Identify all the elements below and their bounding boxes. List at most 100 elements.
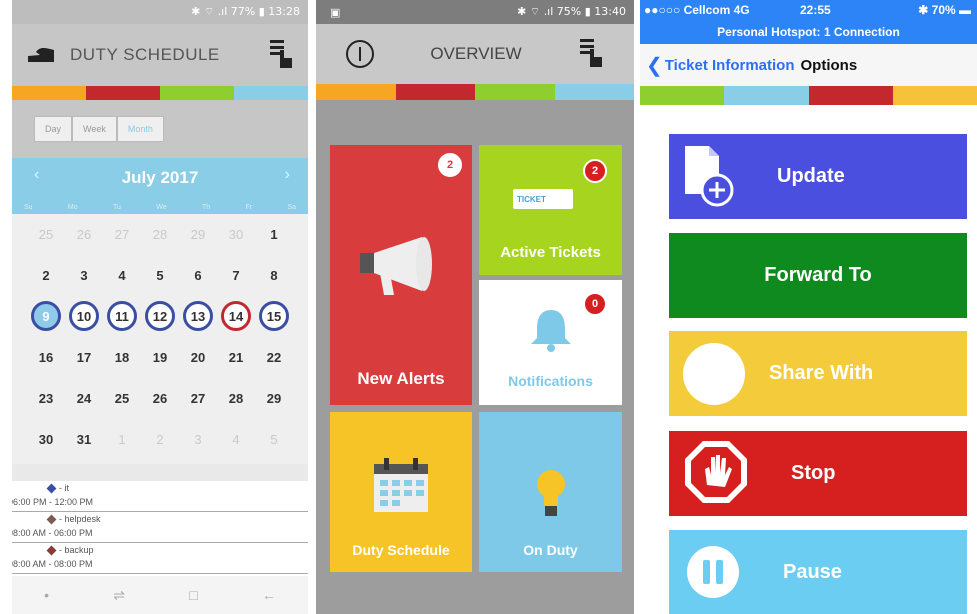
- update-button[interactable]: Update: [669, 134, 967, 219]
- event-name: - helpdesk: [59, 514, 101, 524]
- calendar-day[interactable]: 25: [31, 219, 61, 249]
- calendar-day[interactable]: 25: [107, 383, 137, 413]
- calendar-day[interactable]: 22: [259, 342, 289, 372]
- duty-schedule-tile[interactable]: Duty Schedule: [330, 412, 472, 572]
- calendar-day[interactable]: 15: [259, 301, 289, 331]
- calendar-day[interactable]: 26: [145, 383, 175, 413]
- menu-hand-icon[interactable]: [268, 38, 294, 73]
- calendar-day[interactable]: 29: [259, 383, 289, 413]
- notifications-count-badge: 0: [583, 292, 607, 316]
- tab-day[interactable]: Day: [34, 116, 73, 142]
- event-item[interactable]: - backup 08:00 AM - 08:00 PM: [12, 543, 308, 574]
- calendar-day[interactable]: 4: [107, 260, 137, 290]
- calendar-header: ‹ July 2017 › Su Mo Tu We Th Fr Sa: [12, 158, 308, 214]
- event-list: - it 06:00 PM - 12:00 PM - helpdesk 08:0…: [12, 481, 308, 576]
- weekday-label: Th: [201, 204, 211, 211]
- calendar-day[interactable]: 30: [221, 219, 251, 249]
- tab-week[interactable]: Week: [72, 116, 117, 142]
- calendar-day[interactable]: 2: [31, 260, 61, 290]
- android-nav-bar: • ⇌ □ ←: [12, 576, 308, 614]
- next-month-button[interactable]: ›: [285, 166, 290, 184]
- pause-button[interactable]: Pause: [669, 530, 967, 614]
- back-icon[interactable]: [26, 42, 56, 69]
- calendar-day[interactable]: 10: [69, 301, 99, 331]
- alerts-count-badge: 2: [438, 153, 462, 177]
- stop-button[interactable]: Stop: [669, 431, 967, 516]
- color-strip: [12, 86, 308, 100]
- calendar-day[interactable]: 3: [69, 260, 99, 290]
- event-time: 08:00 AM - 08:00 PM: [12, 559, 93, 569]
- calendar-day[interactable]: 29: [183, 219, 213, 249]
- event-marker-icon: [46, 514, 57, 524]
- recent-apps-button[interactable]: ⇌: [113, 587, 125, 604]
- event-item[interactable]: - helpdesk 08:00 AM - 06:00 PM: [12, 512, 308, 543]
- calendar-day[interactable]: 5: [259, 424, 289, 454]
- tile-label: Notifications: [508, 373, 593, 389]
- calendar-day[interactable]: 28: [221, 383, 251, 413]
- calendar-day[interactable]: 27: [183, 383, 213, 413]
- calendar-day[interactable]: 13: [183, 301, 213, 331]
- hotspot-banner[interactable]: Personal Hotspot: 1 Connection: [640, 25, 977, 39]
- month-label: July 2017: [121, 168, 199, 187]
- calendar-day[interactable]: 1: [107, 424, 137, 454]
- battery-text: ✱ 70% ▬: [918, 3, 971, 17]
- calendar-day[interactable]: 2: [145, 424, 175, 454]
- calendar-day[interactable]: 3: [183, 424, 213, 454]
- active-tickets-tile[interactable]: 2 TICKET Active Tickets: [479, 145, 622, 275]
- home-button[interactable]: □: [189, 587, 197, 603]
- calendar-day[interactable]: 30: [31, 424, 61, 454]
- header: DUTY SCHEDULE: [12, 24, 308, 86]
- back-chevron-icon[interactable]: ❮: [646, 53, 663, 78]
- share-with-button[interactable]: Share With: [669, 331, 967, 416]
- on-duty-tile[interactable]: On Duty: [479, 412, 622, 572]
- calendar-day[interactable]: 27: [107, 219, 137, 249]
- weekday-label: Sa: [287, 204, 296, 211]
- back-button[interactable]: ←: [262, 587, 276, 603]
- calendar-day[interactable]: 31: [69, 424, 99, 454]
- calendar-day[interactable]: 1: [259, 219, 289, 249]
- calendar-day[interactable]: 17: [69, 342, 99, 372]
- calendar-day[interactable]: 4: [221, 424, 251, 454]
- calendar-day[interactable]: 18: [107, 342, 137, 372]
- calendar-day[interactable]: 19: [145, 342, 175, 372]
- calendar-day[interactable]: 20: [183, 342, 213, 372]
- calendar-day[interactable]: 28: [145, 219, 175, 249]
- button-label: Update: [777, 165, 845, 187]
- calendar-day[interactable]: 12: [145, 301, 175, 331]
- forward-to-button[interactable]: Forward To: [669, 233, 967, 318]
- calendar-day[interactable]: 7: [221, 260, 251, 290]
- new-alerts-tile[interactable]: 2 New Alerts: [330, 145, 472, 405]
- calendar-day[interactable]: 8: [259, 260, 289, 290]
- calendar-day[interactable]: 6: [183, 260, 213, 290]
- calendar-day[interactable]: 26: [69, 219, 99, 249]
- event-name: - it: [59, 483, 69, 493]
- status-bar: ✱ ⌔ .ıl 77% ▮ 13:28: [12, 0, 308, 24]
- ticket-options-screen: ●●○○○ Cellcom 4G 22:55 ✱ 70% ▬ Personal …: [640, 0, 977, 614]
- nav-dot-button[interactable]: •: [44, 587, 49, 603]
- overview-screen: ▣ ✱ ⌔ .ıl 75% ▮ 13:40 OVERVIEW 2 New Ale…: [316, 0, 634, 614]
- calendar-day[interactable]: 23: [31, 383, 61, 413]
- page-title: OVERVIEW: [430, 44, 522, 63]
- notifications-tile[interactable]: 0 Notifications: [479, 280, 622, 405]
- status-bar: ▣ ✱ ⌔ .ıl 75% ▮ 13:40: [316, 0, 634, 24]
- calendar-day[interactable]: 9: [31, 301, 61, 331]
- event-item[interactable]: - it 06:00 PM - 12:00 PM: [12, 481, 308, 512]
- calendar-day[interactable]: 24: [69, 383, 99, 413]
- calendar-day[interactable]: 5: [145, 260, 175, 290]
- calendar-day[interactable]: 21: [221, 342, 251, 372]
- add-document-icon: [683, 144, 735, 214]
- pause-icon: [685, 544, 741, 606]
- power-icon[interactable]: [346, 40, 374, 68]
- weekday-label: Tu: [112, 204, 121, 211]
- clock: 22:55: [800, 3, 831, 17]
- tile-label: New Alerts: [357, 369, 445, 388]
- calendar-day[interactable]: 11: [107, 301, 137, 331]
- tab-month[interactable]: Month: [116, 116, 164, 142]
- menu-hand-icon[interactable]: [578, 37, 604, 72]
- back-button[interactable]: Ticket Information: [665, 57, 795, 74]
- calendar-day[interactable]: 16: [31, 342, 61, 372]
- button-label: Share With: [769, 362, 874, 384]
- tickets-count-badge: 2: [583, 159, 607, 183]
- tile-label: Duty Schedule: [352, 542, 450, 558]
- calendar-day[interactable]: 14: [221, 301, 251, 331]
